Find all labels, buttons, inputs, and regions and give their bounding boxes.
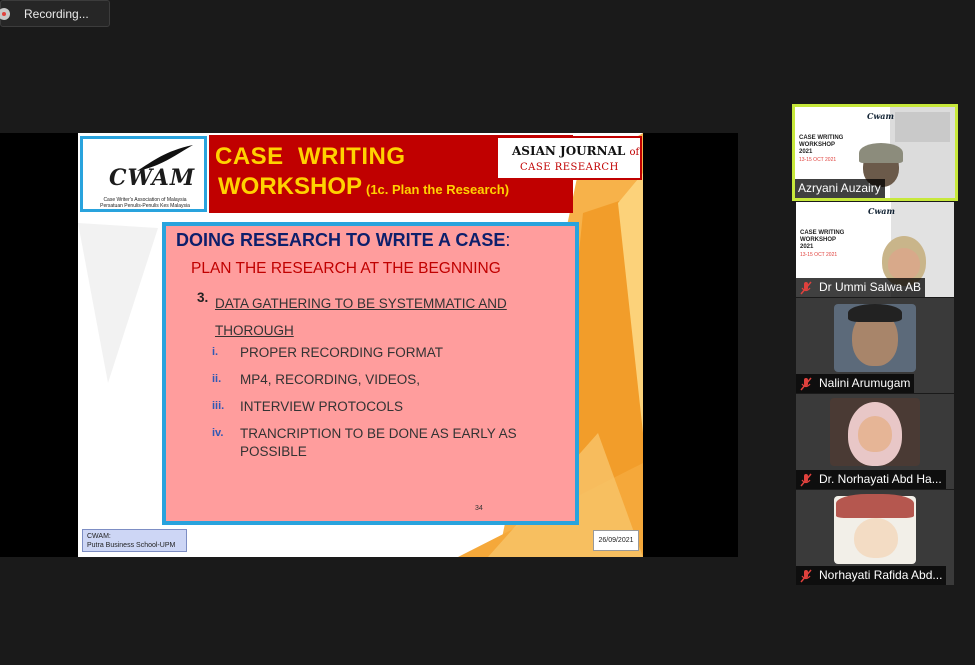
mic-off-icon [800, 281, 812, 294]
slide-footer-date: 26/09/2021 [593, 530, 639, 551]
participant-name: Azryani Auzairy [795, 179, 885, 198]
participant-name: Dr. Norhayati Abd Ha... [796, 470, 946, 489]
mic-off-icon [800, 377, 812, 390]
point-number: 3. [197, 290, 209, 305]
participant-tile[interactable]: Nalini Arumugam [796, 298, 954, 393]
mic-off-icon [800, 473, 812, 486]
participant-name: Norhayati Rafida Abd... [796, 566, 947, 585]
slide-content-box: DOING RESEARCH TO WRITE A CASE: PLAN THE… [162, 222, 579, 525]
list-item: iii. INTERVIEW PROTOCOLS [212, 399, 404, 414]
participant-name: Dr Ummi Salwa AB [796, 278, 926, 297]
participant-tile[interactable]: Dr. Norhayati Abd Ha... [796, 394, 954, 489]
slide-title-line2: WORKSHOP (1c. Plan the Research) [218, 173, 510, 200]
slide-page-number: 34 [475, 505, 483, 512]
zoom-window: { "recording": { "label": "Recording..."… [0, 0, 975, 665]
presentation-slide: CWAM Case Writer's Association of Malays… [78, 133, 643, 557]
participant-tile[interactable]: Norhayati Rafida Abd... [796, 490, 954, 585]
participant-face [858, 416, 892, 452]
recording-label: Recording... [24, 6, 89, 21]
participant-tile[interactable]: Cwam CASE WRITING WORKSHOP 2021 13-15 OCT … [796, 202, 954, 297]
cwam-logo: CWAM Case Writer's Association of Malays… [80, 136, 207, 212]
slide-heading: DOING RESEARCH TO WRITE A CASE: [176, 230, 511, 250]
item-list: i. PROPER RECORDING FORMAT ii. MP4, RECO… [212, 344, 572, 470]
recording-indicator[interactable]: Recording... [0, 0, 110, 27]
journal-logo: ASIAN JOURNAL of CASE RESEARCH [496, 136, 642, 180]
logo-subtitle: Case Writer's Association of Malaysia Pe… [100, 197, 190, 209]
slide-footer-org: CWAM: Putra Business School-UPM [82, 529, 187, 552]
participant-face [854, 518, 898, 558]
list-item: ii. MP4, RECORDING, VIDEOS, [212, 372, 421, 387]
mic-off-icon [800, 569, 812, 582]
participant-tile[interactable]: Cwam CASE WRITING WORKSHOP 2021 13-15 OCT … [792, 104, 958, 201]
list-item: iv. TRANCRIPTION TO BE DONE AS EARLY AS … [212, 426, 517, 459]
participant-name: Nalini Arumugam [796, 374, 915, 393]
list-item: i. PROPER RECORDING FORMAT [212, 345, 444, 360]
record-icon [0, 7, 10, 20]
slide-title-line1: CASE WRITING [215, 143, 406, 170]
logo-wordmark: CWAM [109, 165, 196, 191]
slide-title-sub: (1c. Plan the Research) [366, 182, 510, 197]
slide-subheading: PLAN THE RESEARCH AT THE BEGNNING [191, 260, 501, 277]
point-text: DATA GATHERING TO BE SYSTEMMATIC AND THO… [215, 296, 507, 338]
shared-screen: CWAM Case Writer's Association of Malays… [0, 133, 738, 557]
